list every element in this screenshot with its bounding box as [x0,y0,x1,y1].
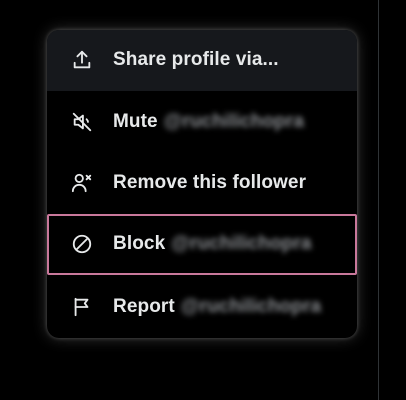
block-icon [71,233,93,255]
mute-icon [71,111,93,133]
menu-item-share-profile[interactable]: Share profile via... [47,30,357,91]
blurred-handle: @ruchilichopra [163,111,305,132]
profile-actions-menu: Share profile via... Mute@ruchilichopra [47,30,357,338]
share-icon [71,49,93,71]
share-profile-label: Share profile via... [113,49,279,70]
blurred-handle: @ruchilichopra [171,233,312,254]
menu-item-label: Remove this follower [113,172,306,194]
menu-item-label: Block @ruchilichopra [113,233,312,255]
menu-item-label: Share profile via... [113,49,279,71]
report-label: Report [113,296,175,317]
menu-item-remove-follower[interactable]: Remove this follower [47,152,357,213]
column-divider [378,0,379,400]
mute-label: Mute [113,111,158,132]
block-label: Block [113,233,166,254]
flag-icon [71,296,93,318]
remove-follower-label: Remove this follower [113,172,307,193]
menu-item-label: Mute @ruchilichopra [113,111,304,133]
menu-item-report[interactable]: Report @ruchilichopra [47,276,357,337]
menu-item-label: Report @ruchilichopra [113,296,321,318]
page: Share profile via... Mute@ruchilichopra [0,0,406,400]
menu-item-block[interactable]: Block @ruchilichopra [47,214,357,275]
menu-item-mute[interactable]: Mute @ruchilichopra [47,91,357,152]
remove-follower-icon [71,172,93,194]
blurred-handle: @ruchilichopra [180,296,322,317]
